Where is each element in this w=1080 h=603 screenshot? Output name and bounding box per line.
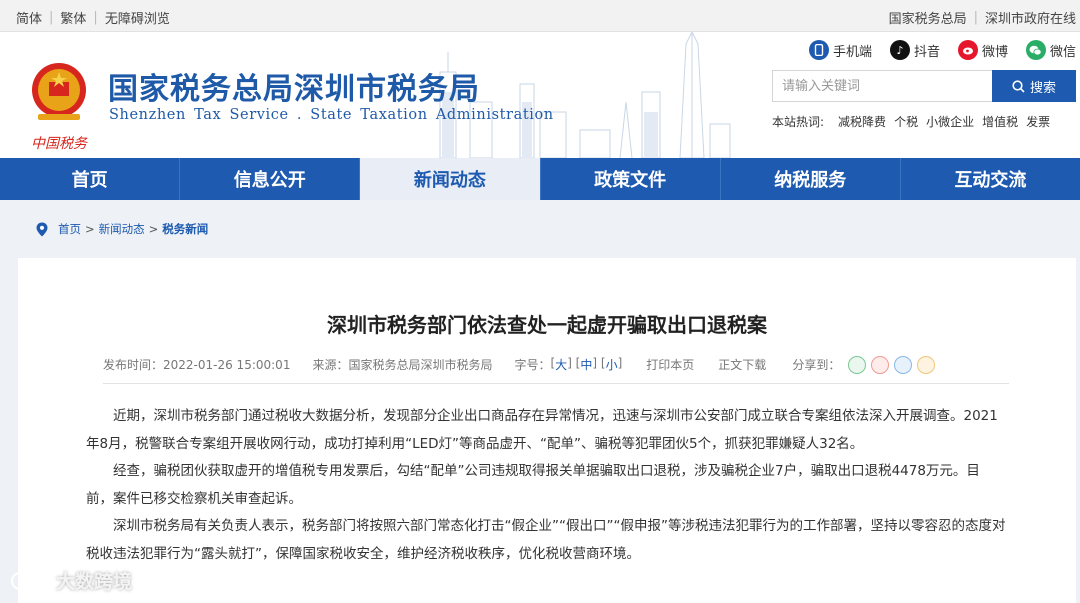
- article-source: 来源：国家税务总局深圳市税务局: [312, 358, 493, 372]
- share-label: 分享到：: [792, 358, 841, 372]
- article-panel: 深圳市税务部门依法查处一起虚开骗取出口退税案 发布时间：2022-01-26 1…: [18, 258, 1076, 603]
- font-size-large[interactable]: 大: [555, 356, 567, 373]
- sta-link[interactable]: 国家税务总局: [889, 8, 967, 27]
- wechat-link[interactable]: 微信: [1025, 40, 1076, 60]
- mobile-icon: [808, 40, 829, 60]
- hot-keyword[interactable]: 个税: [894, 113, 918, 130]
- font-size-medium[interactable]: 中: [580, 356, 592, 373]
- search-button[interactable]: 搜索: [992, 70, 1076, 102]
- accessibility-link[interactable]: 无障碍浏览: [105, 8, 170, 27]
- site-subtitle: Shenzhen Tax Service . State Taxation Ad…: [109, 107, 554, 123]
- location-pin-icon: [36, 222, 48, 236]
- publish-date: 发布时间：2022-01-26 15:00:01: [103, 358, 291, 372]
- search-box: 搜索: [772, 70, 1076, 102]
- weibo-link[interactable]: 微博: [957, 40, 1008, 60]
- article-title: 深圳市税务部门依法查处一起虚开骗取出口退税案: [327, 313, 767, 337]
- national-emblem-icon: 中国税务: [31, 63, 88, 152]
- social-links: 手机端 ♪ 抖音 微博 微信: [791, 40, 1076, 60]
- shenzhen-gov-link[interactable]: 深圳市政府在线: [985, 8, 1076, 27]
- simplified-chinese-link[interactable]: 简体: [16, 8, 42, 27]
- share-weibo-icon[interactable]: [871, 356, 890, 374]
- share-qzone-icon[interactable]: [917, 356, 936, 374]
- tab-home[interactable]: 首页: [0, 158, 181, 200]
- share-wechat-icon[interactable]: [848, 356, 867, 374]
- tab-info-disclosure[interactable]: 信息公开: [180, 158, 361, 200]
- breadcrumb-home[interactable]: 首页: [58, 221, 81, 237]
- article-paragraph: 近期，深圳市税务部门通过税收大数据分析，发现部分企业出口商品存在异常情况，迅速与…: [86, 408, 998, 452]
- wechat-icon: [1025, 40, 1046, 60]
- print-page-link[interactable]: 打印本页: [646, 356, 694, 373]
- search-icon: [1012, 79, 1025, 93]
- main-nav: 首页 信息公开 新闻动态 政策文件 纳税服务 互动交流: [0, 158, 1080, 200]
- hot-keyword[interactable]: 增值税: [982, 113, 1018, 130]
- logo-text: 中国税务: [31, 136, 88, 152]
- tab-policy[interactable]: 政策文件: [541, 158, 721, 200]
- site-header: 中国税务 国家税务总局深圳市税务局 Shenzhen Tax Service .…: [0, 32, 1080, 158]
- article-paragraph: 经查，骗税团伙获取虚开的增值税专用发票后，勾结“配单”公司违规取得报关单据骗取出…: [86, 463, 980, 507]
- weibo-icon: [957, 40, 978, 60]
- breadcrumb-current[interactable]: 税务新闻: [162, 221, 208, 237]
- breadcrumb-news[interactable]: 新闻动态: [99, 221, 145, 237]
- hot-keyword[interactable]: 小微企业: [926, 113, 974, 130]
- site-title: 国家税务总局深圳市税务局: [108, 72, 480, 107]
- breadcrumb: 首页 > 新闻动态 > 税务新闻: [36, 221, 208, 237]
- download-text-link[interactable]: 正文下载: [718, 356, 766, 373]
- share-qq-icon[interactable]: [894, 356, 913, 374]
- top-utility-bar: 简体 | 繁体 | 无障碍浏览 国家税务总局 | 深圳市政府在线: [0, 0, 1080, 32]
- tax-emblem-logo[interactable]: 中国税务: [24, 52, 94, 156]
- hot-keyword[interactable]: 发票: [1026, 113, 1050, 130]
- search-input[interactable]: [773, 71, 993, 101]
- tab-interaction[interactable]: 互动交流: [901, 158, 1080, 200]
- hot-keywords: 本站热词: 减税降费 个税 小微企业 增值税 发票: [772, 113, 1058, 130]
- tab-news[interactable]: 新闻动态: [360, 158, 541, 200]
- font-size-small[interactable]: 小: [606, 356, 618, 373]
- douyin-icon: ♪: [889, 40, 910, 60]
- article-paragraph: 深圳市税务局有关负责人表示，税务部门将按照六部门常态化打击“假企业”“假出口”“…: [86, 518, 1006, 562]
- hot-keyword[interactable]: 减税降费: [838, 113, 886, 130]
- watermark-logo-icon: [11, 571, 49, 590]
- font-size-label: 字号：: [514, 358, 551, 372]
- hot-keywords-label: 本站热词:: [772, 115, 825, 129]
- watermark: 大数跨境: [10, 567, 132, 594]
- article-body: 近期，深圳市税务部门通过税收大数据分析，发现部分企业出口商品存在异常情况，迅速与…: [86, 403, 1006, 568]
- tab-tax-service[interactable]: 纳税服务: [721, 158, 901, 200]
- article-meta: 发布时间：2022-01-26 15:00:01 来源：国家税务总局深圳市税务局…: [103, 356, 1009, 384]
- share-buttons: [848, 356, 940, 374]
- douyin-link[interactable]: ♪ 抖音: [889, 40, 940, 60]
- traditional-chinese-link[interactable]: 繁体: [60, 8, 86, 27]
- mobile-link[interactable]: 手机端: [808, 40, 872, 60]
